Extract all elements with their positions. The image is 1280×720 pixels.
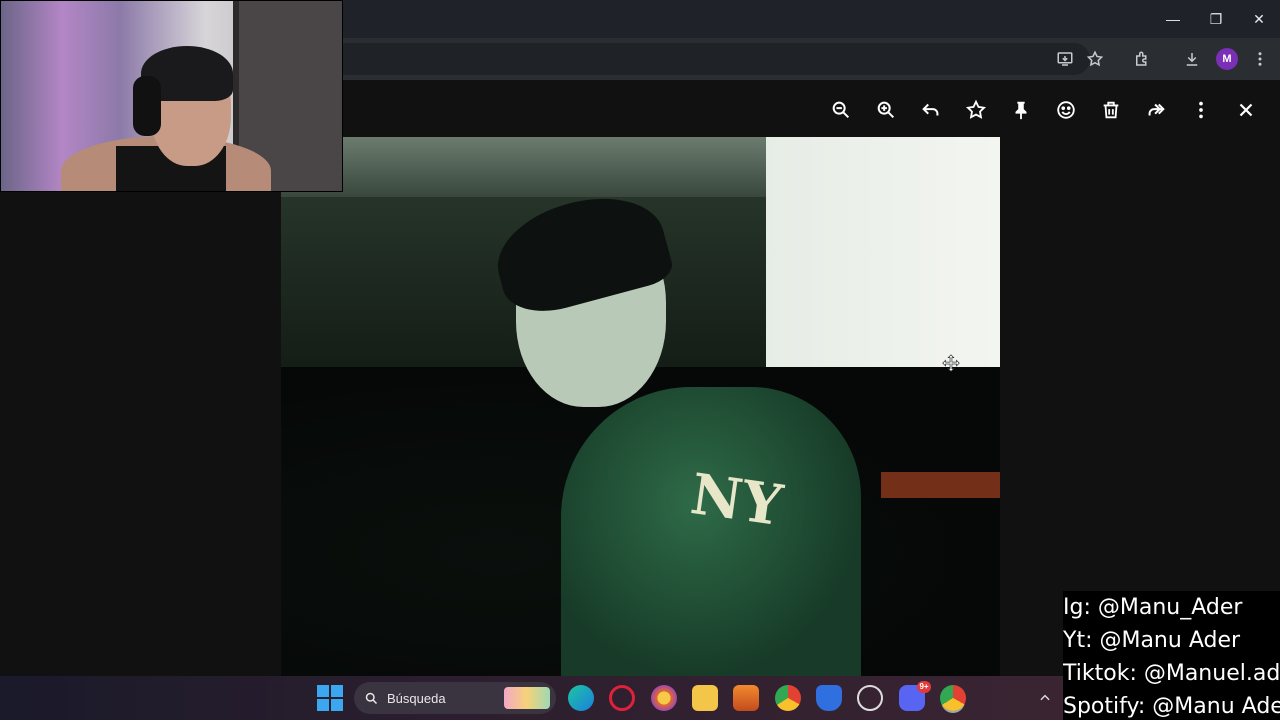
viewer-toolbar <box>818 92 1268 128</box>
search-placeholder: Búsqueda <box>387 690 446 706</box>
start-button[interactable] <box>317 685 343 711</box>
windows-taskbar: Búsqueda 9+ <box>0 676 1063 720</box>
forward-icon[interactable] <box>1133 92 1178 128</box>
restore-button[interactable]: ❐ <box>1199 6 1233 32</box>
green-satin-jacket <box>561 387 861 676</box>
bookmark-star-icon[interactable] <box>1082 46 1108 72</box>
webcam-overlay <box>0 0 343 192</box>
close-window-button[interactable]: ✕ <box>1242 6 1276 32</box>
search-icon <box>365 692 378 704</box>
search-highlight-icon <box>504 687 550 709</box>
fl-studio-icon[interactable] <box>733 685 759 711</box>
youtube-handle: Yt: @Manu Ader <box>1063 628 1241 653</box>
install-app-icon[interactable] <box>1052 46 1078 72</box>
edge-icon[interactable] <box>568 685 594 711</box>
extensions-icon[interactable] <box>1129 46 1155 72</box>
viewed-photo: NY <box>281 137 1000 676</box>
opera-icon[interactable] <box>609 685 635 711</box>
jacket-logo: NY <box>686 460 787 540</box>
zoom-out-icon[interactable] <box>818 92 863 128</box>
address-bar[interactable] <box>290 43 1090 75</box>
settings-gear-icon[interactable] <box>857 685 883 711</box>
profile-avatar[interactable]: M <box>1216 48 1238 70</box>
instagram-handle: Ig: @Manu_Ader <box>1063 595 1243 620</box>
chrome-menu-icon[interactable] <box>1247 46 1273 72</box>
discord-icon[interactable]: 9+ <box>899 681 931 711</box>
minimize-button[interactable]: — <box>1156 6 1190 32</box>
delete-icon[interactable] <box>1088 92 1133 128</box>
discord-badge: 9+ <box>917 681 931 693</box>
more-icon[interactable] <box>1178 92 1223 128</box>
taskbar-search[interactable]: Búsqueda <box>354 682 556 714</box>
star-icon[interactable] <box>953 92 998 128</box>
headset <box>133 76 161 136</box>
security-shield-icon[interactable] <box>816 685 842 711</box>
chevron-up-icon[interactable] <box>1035 688 1055 708</box>
file-explorer-icon[interactable] <box>692 685 718 711</box>
tiktok-handle: Tiktok: @Manuel.ader <box>1063 661 1280 686</box>
pin-icon[interactable] <box>998 92 1043 128</box>
brave-browser-icon[interactable] <box>651 685 677 711</box>
social-handles-overlay: Ig: @Manu_Ader Yt: @Manu Ader Tiktok: @M… <box>1063 591 1280 720</box>
chrome-icon[interactable] <box>775 685 801 711</box>
spotify-handle: Spotify: @Manu Ader <box>1063 694 1280 719</box>
emoji-icon[interactable] <box>1043 92 1088 128</box>
zoom-in-icon[interactable] <box>863 92 908 128</box>
reply-icon[interactable] <box>908 92 953 128</box>
downloads-icon[interactable] <box>1179 46 1205 72</box>
close-icon[interactable] <box>1223 92 1268 128</box>
move-cursor-icon <box>942 354 960 372</box>
chrome-active-icon[interactable] <box>940 685 966 711</box>
